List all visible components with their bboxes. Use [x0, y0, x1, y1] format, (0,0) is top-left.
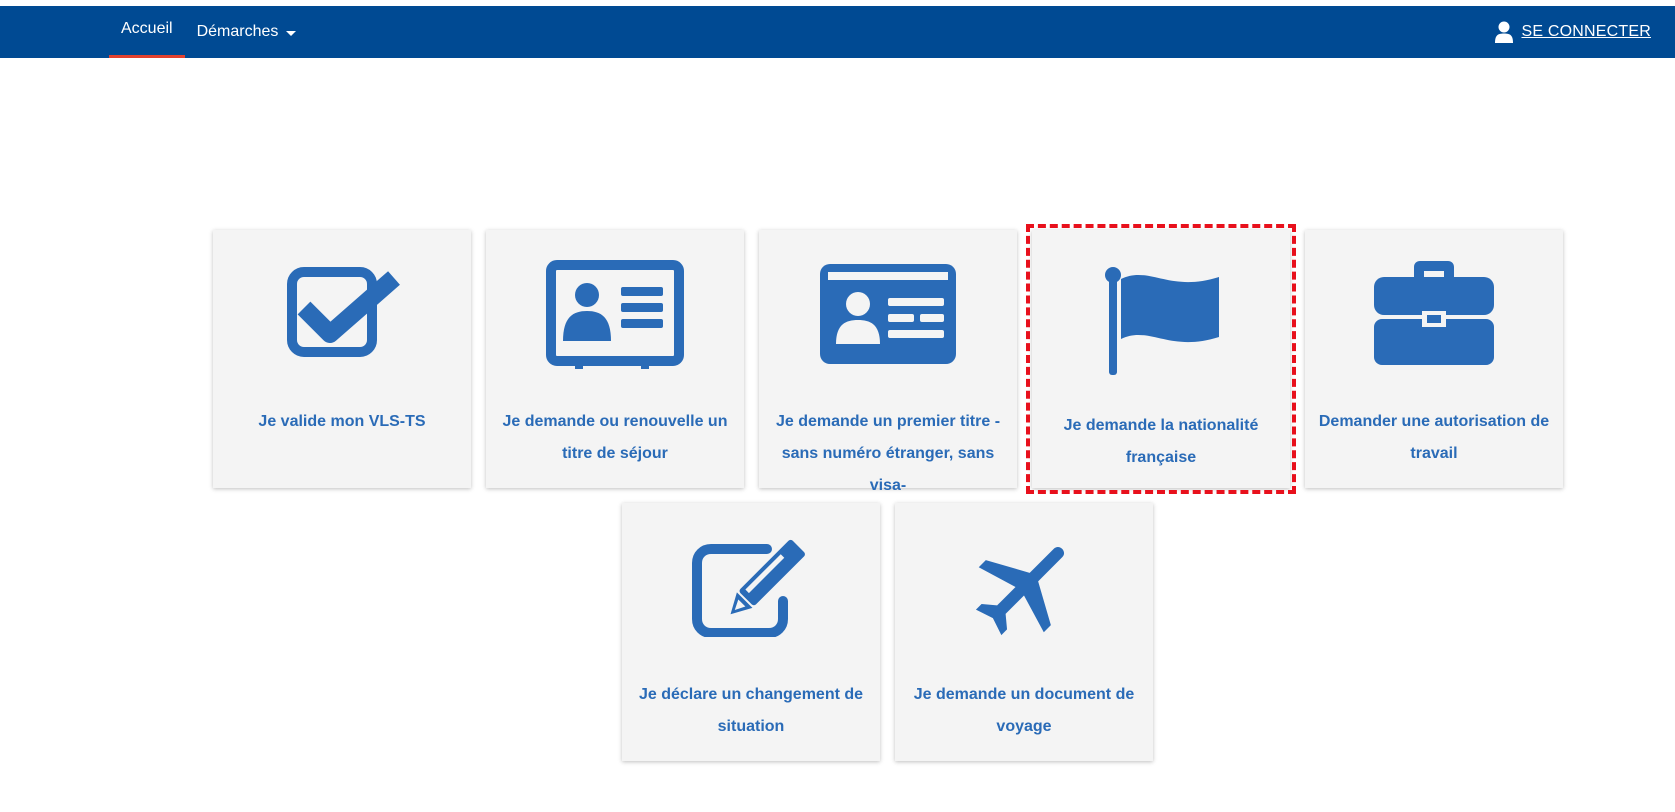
card-label: Je valide mon VLS-TS	[258, 413, 426, 430]
user-icon	[1495, 21, 1514, 43]
card-nationalite-francaise[interactable]: Je demande la nationalité française	[1026, 224, 1296, 494]
id-card-icon	[486, 254, 744, 374]
nav-item-accueil[interactable]: Accueil	[109, 2, 185, 58]
card-changement-situation[interactable]: Je déclare un changement de situation	[622, 503, 880, 761]
id-badge-icon	[759, 254, 1017, 374]
card-titre-sejour[interactable]: Je demande ou renouvelle un titre de séj…	[486, 230, 744, 488]
card-label: Je demande ou renouvelle un titre de séj…	[502, 413, 728, 462]
flag-icon	[1032, 260, 1290, 380]
login-link[interactable]: SE CONNECTER	[1495, 6, 1651, 58]
caret-down-icon	[286, 30, 297, 36]
checkbox-icon	[213, 254, 471, 374]
nav-item-demarches[interactable]: Démarches	[185, 6, 309, 58]
main-nav: Accueil Démarches	[109, 6, 308, 58]
plane-icon	[895, 527, 1153, 647]
briefcase-icon	[1305, 254, 1563, 374]
card-label: Je demande un document de voyage	[913, 686, 1135, 735]
nav-item-label: Démarches	[196, 23, 279, 40]
card-label: Je demande la nationalité française	[1063, 417, 1259, 466]
card-premier-titre[interactable]: Je demande un premier titre -sans numéro…	[759, 230, 1017, 494]
card-document-voyage[interactable]: Je demande un document de voyage	[895, 503, 1153, 761]
card-label: Je déclare un changement de situation	[638, 686, 864, 735]
login-label: SE CONNECTER	[1521, 23, 1651, 40]
card-valider-vls-ts[interactable]: Je valide mon VLS-TS	[213, 230, 471, 488]
card-label: Demander une autorisation de travail	[1318, 413, 1550, 462]
top-navbar: Accueil Démarches SE CONNECTER	[0, 6, 1675, 58]
nav-item-label: Accueil	[121, 19, 173, 37]
edit-icon	[622, 527, 880, 647]
card-autorisation-travail[interactable]: Demander une autorisation de travail	[1305, 230, 1563, 488]
card-label: Je demande un premier titre -sans numéro…	[775, 413, 1001, 494]
